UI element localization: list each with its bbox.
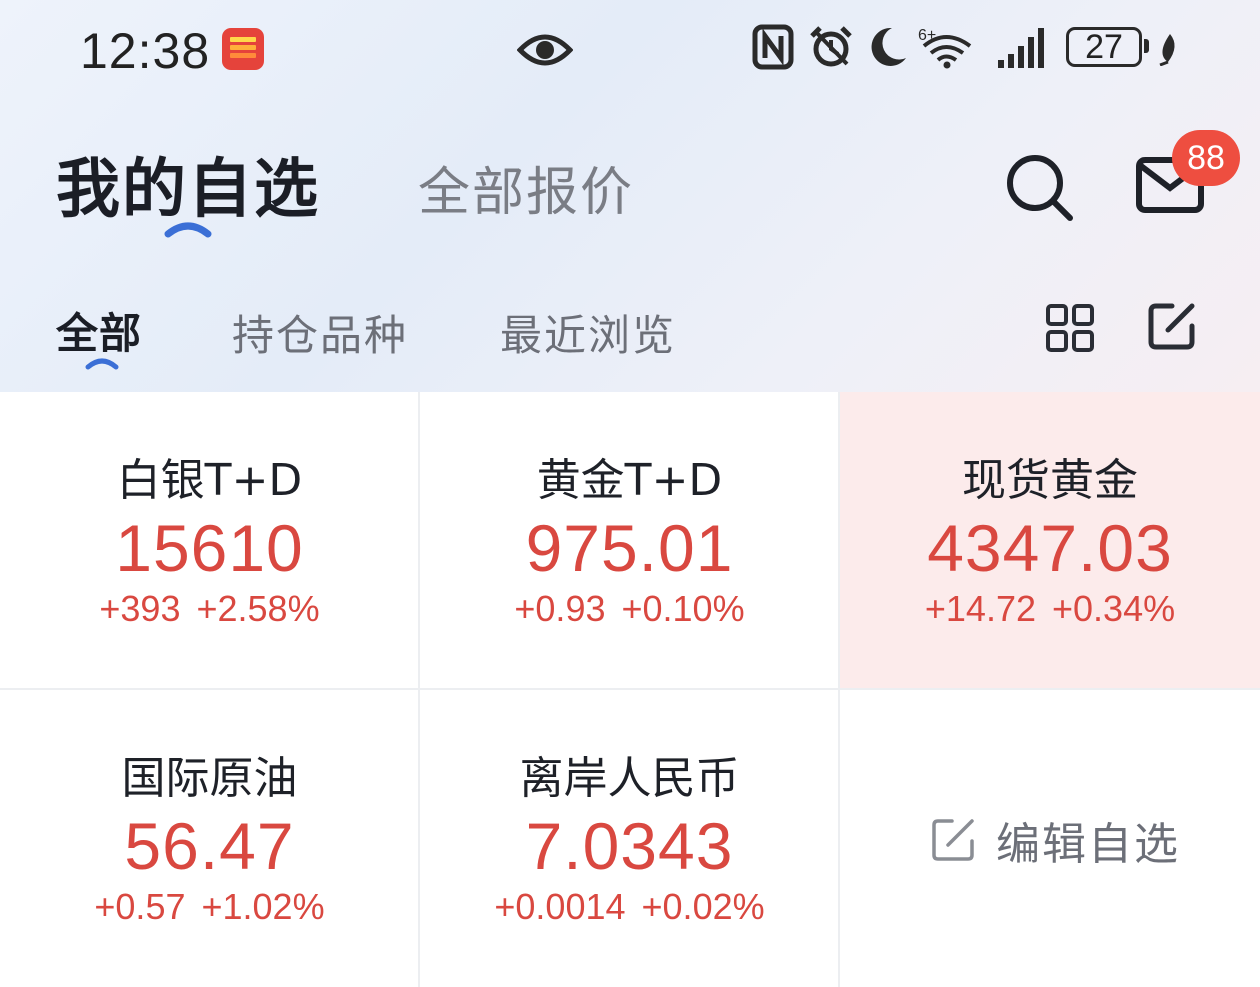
quote-change-row: +0.93 +0.10%: [420, 588, 839, 630]
quote-name: 白银T+D: [116, 455, 303, 506]
battery-icon: 27: [1066, 27, 1142, 67]
grid-divider: [0, 688, 1260, 690]
quote-card-silver-td[interactable]: 白银T+D 15610 +393 +2.58%: [0, 392, 419, 689]
active-sub-tab-indicator: [85, 358, 119, 370]
quote-change-row: +393 +2.58%: [0, 588, 419, 630]
search-icon[interactable]: [1002, 150, 1076, 224]
sub-tab-recent[interactable]: 最近浏览: [500, 302, 676, 363]
signal-icon: [998, 28, 1044, 68]
quote-name: 黄金T+D: [536, 455, 723, 506]
moon-icon: [871, 27, 906, 66]
quote-price: 975.01: [525, 511, 734, 585]
quote-price: 56.47: [124, 809, 295, 883]
quote-price: 15610: [115, 511, 304, 585]
wifi-6-icon: 6+: [918, 27, 972, 69]
tab-my-watchlist[interactable]: 我的自选: [56, 138, 320, 230]
edit-icon[interactable]: [1146, 300, 1198, 352]
quote-price: 4347.03: [927, 511, 1173, 585]
quote-change-row: +0.57 +1.02%: [0, 886, 419, 928]
quote-card-offshore-cny[interactable]: 离岸人民币 7.0343 +0.0014 +0.02%: [420, 690, 839, 987]
battery-tip: [1144, 39, 1149, 53]
edit-icon: [932, 819, 974, 861]
quote-change: +14.72: [924, 588, 1036, 629]
nfc-icon: [752, 24, 794, 70]
quote-change: +0.0014: [494, 886, 626, 927]
edit-watchlist-button[interactable]: 编辑自选: [840, 690, 1260, 987]
alarm-icon: [810, 26, 852, 67]
sub-tab-positions[interactable]: 持仓品种: [232, 302, 408, 363]
quote-change-pct: +1.02%: [201, 886, 325, 927]
quote-card-spot-gold[interactable]: 现货黄金 4347.03 +14.72 +0.34%: [840, 392, 1260, 689]
tab-all-quotes[interactable]: 全部报价: [418, 150, 634, 225]
active-tab-indicator: [164, 222, 212, 238]
quote-name: 现货黄金: [962, 455, 1138, 506]
quote-change-row: +14.72 +0.34%: [840, 588, 1260, 630]
quote-card-gold-td[interactable]: 黄金T+D 975.01 +0.93 +0.10%: [420, 392, 839, 689]
grid-view-icon[interactable]: [1044, 302, 1096, 354]
quote-change: +0.93: [514, 588, 606, 629]
battery-level: 27: [1085, 28, 1123, 66]
sub-tab-all[interactable]: 全部: [56, 300, 142, 361]
huawei-app-icon: [222, 28, 264, 70]
mail-badge: 88: [1172, 130, 1240, 186]
quote-card-crude-oil[interactable]: 国际原油 56.47 +0.57 +1.02%: [0, 690, 419, 987]
quote-name: 离岸人民币: [519, 753, 740, 804]
quote-change: +0.57: [94, 886, 186, 927]
status-bar: 12:38 6+ 27: [0, 0, 1260, 100]
quote-price: 7.0343: [525, 809, 734, 883]
status-time: 12:38: [80, 23, 211, 79]
quote-change-pct: +2.58%: [196, 588, 320, 629]
edit-watchlist-content: 编辑自选: [930, 814, 1180, 870]
quote-change-row: +0.0014 +0.02%: [420, 886, 839, 928]
quote-change: +393: [99, 588, 181, 629]
quote-change-pct: +0.10%: [621, 588, 745, 629]
eye-icon: [517, 34, 573, 66]
quote-name: 国际原油: [121, 753, 298, 804]
leaf-icon: [1159, 34, 1175, 66]
quote-change-pct: +0.34%: [1052, 588, 1176, 629]
quote-grid: 白银T+D 15610 +393 +2.58% 黄金T+D 975.01 +0.9…: [0, 392, 1260, 987]
edit-watchlist-label: 编辑自选: [996, 819, 1180, 870]
quote-change-pct: +0.02%: [641, 886, 765, 927]
